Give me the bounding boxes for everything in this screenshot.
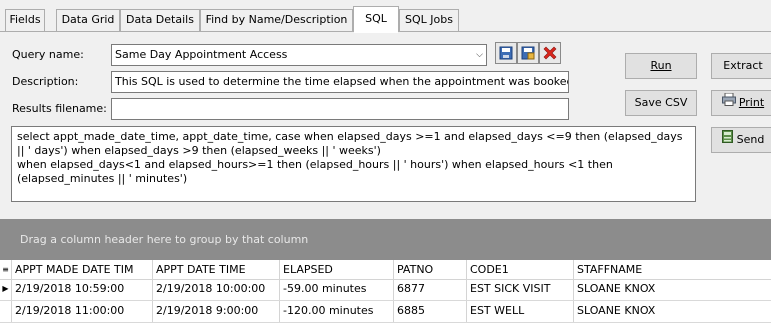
sql-editor[interactable]: select appt_made_date_time, appt_date_ti… xyxy=(11,126,696,202)
column-header-appt-made-date-time[interactable]: APPT MADE DATE TIM xyxy=(12,260,153,279)
table-cell[interactable]: EST SICK VISIT xyxy=(467,279,574,300)
row-indicator-empty xyxy=(0,301,12,322)
printer-icon xyxy=(721,91,736,115)
tab-data-details[interactable]: Data Details xyxy=(120,9,200,31)
table-cell[interactable]: 6877 xyxy=(394,279,467,300)
query-name-value: Same Day Appointment Access xyxy=(115,48,288,61)
results-grid: ≡ APPT MADE DATE TIM APPT DATE TIME ELAP… xyxy=(0,260,771,324)
run-button[interactable]: Run xyxy=(625,53,697,79)
save-csv-button[interactable]: Save CSV xyxy=(625,90,697,116)
table-cell[interactable]: 2/19/2018 10:00:00 xyxy=(153,279,280,300)
results-filename-label: Results filename: xyxy=(12,102,107,115)
description-label: Description: xyxy=(12,75,79,88)
query-name-select[interactable]: Same Day Appointment Access ⌵ xyxy=(111,44,487,66)
table-cell[interactable]: -59.00 minutes xyxy=(280,279,394,300)
chevron-down-icon[interactable]: ⌵ xyxy=(476,45,483,65)
table-cell[interactable]: -120.00 minutes xyxy=(280,301,394,322)
extract-button-label: Extract xyxy=(723,59,763,72)
send-icon xyxy=(721,128,733,152)
send-button-label: Send xyxy=(736,133,765,146)
column-chooser-icon[interactable]: ≡ xyxy=(0,260,12,279)
column-header-code1[interactable]: CODE1 xyxy=(467,260,574,279)
description-value: This SQL is used to determine the time e… xyxy=(115,75,569,88)
grid-header-row: ≡ APPT MADE DATE TIM APPT DATE TIME ELAP… xyxy=(0,260,771,280)
column-header-elapsed[interactable]: ELAPSED xyxy=(280,260,394,279)
save-as-button[interactable] xyxy=(517,42,539,64)
table-cell[interactable]: 2/19/2018 11:00:00 xyxy=(12,301,153,322)
column-header-appt-date-time[interactable]: APPT DATE TIME xyxy=(153,260,280,279)
send-button[interactable]: Send xyxy=(711,127,771,153)
tab-data-grid[interactable]: Data Grid xyxy=(56,9,120,31)
delete-button[interactable] xyxy=(539,42,561,64)
tab-sql-jobs[interactable]: SQL Jobs xyxy=(399,9,459,31)
extract-button[interactable]: Extract xyxy=(711,53,771,79)
tab-sql[interactable]: SQL xyxy=(353,6,399,33)
column-header-staffname[interactable]: STAFFNAME xyxy=(574,260,771,279)
table-cell[interactable]: SLOANE KNOX xyxy=(574,279,771,300)
table-row[interactable]: ▶ 2/19/2018 10:59:00 2/19/2018 10:00:00 … xyxy=(0,279,771,301)
delete-icon xyxy=(543,46,557,60)
tab-strip: Fields Data Grid Data Details Find by Na… xyxy=(0,0,771,33)
table-cell[interactable]: 2/19/2018 9:00:00 xyxy=(153,301,280,322)
table-cell[interactable]: 6885 xyxy=(394,301,467,322)
save-icon xyxy=(499,46,513,60)
print-button[interactable]: Print xyxy=(711,90,771,116)
table-cell[interactable]: EST WELL xyxy=(467,301,574,322)
group-by-hint: Drag a column header here to group by th… xyxy=(20,233,309,246)
column-header-patno[interactable]: PATNO xyxy=(394,260,467,279)
table-row[interactable]: 2/19/2018 11:00:00 2/19/2018 9:00:00 -12… xyxy=(0,301,771,323)
save-as-icon xyxy=(521,46,535,60)
tab-find-by-name[interactable]: Find by Name/Description xyxy=(200,9,353,31)
group-by-panel[interactable]: Drag a column header here to group by th… xyxy=(0,219,771,260)
run-button-label: Run xyxy=(650,59,672,72)
table-cell[interactable]: SLOANE KNOX xyxy=(574,301,771,322)
row-indicator-icon: ▶ xyxy=(0,279,12,300)
print-button-label: Print xyxy=(738,96,765,109)
description-field[interactable]: This SQL is used to determine the time e… xyxy=(111,71,569,93)
tab-fields[interactable]: Fields xyxy=(5,9,45,31)
table-cell[interactable]: 2/19/2018 10:59:00 xyxy=(12,279,153,300)
save-button[interactable] xyxy=(495,42,517,64)
query-name-label: Query name: xyxy=(12,48,84,61)
save-csv-button-label: Save CSV xyxy=(634,96,688,109)
results-filename-field[interactable] xyxy=(111,98,569,120)
